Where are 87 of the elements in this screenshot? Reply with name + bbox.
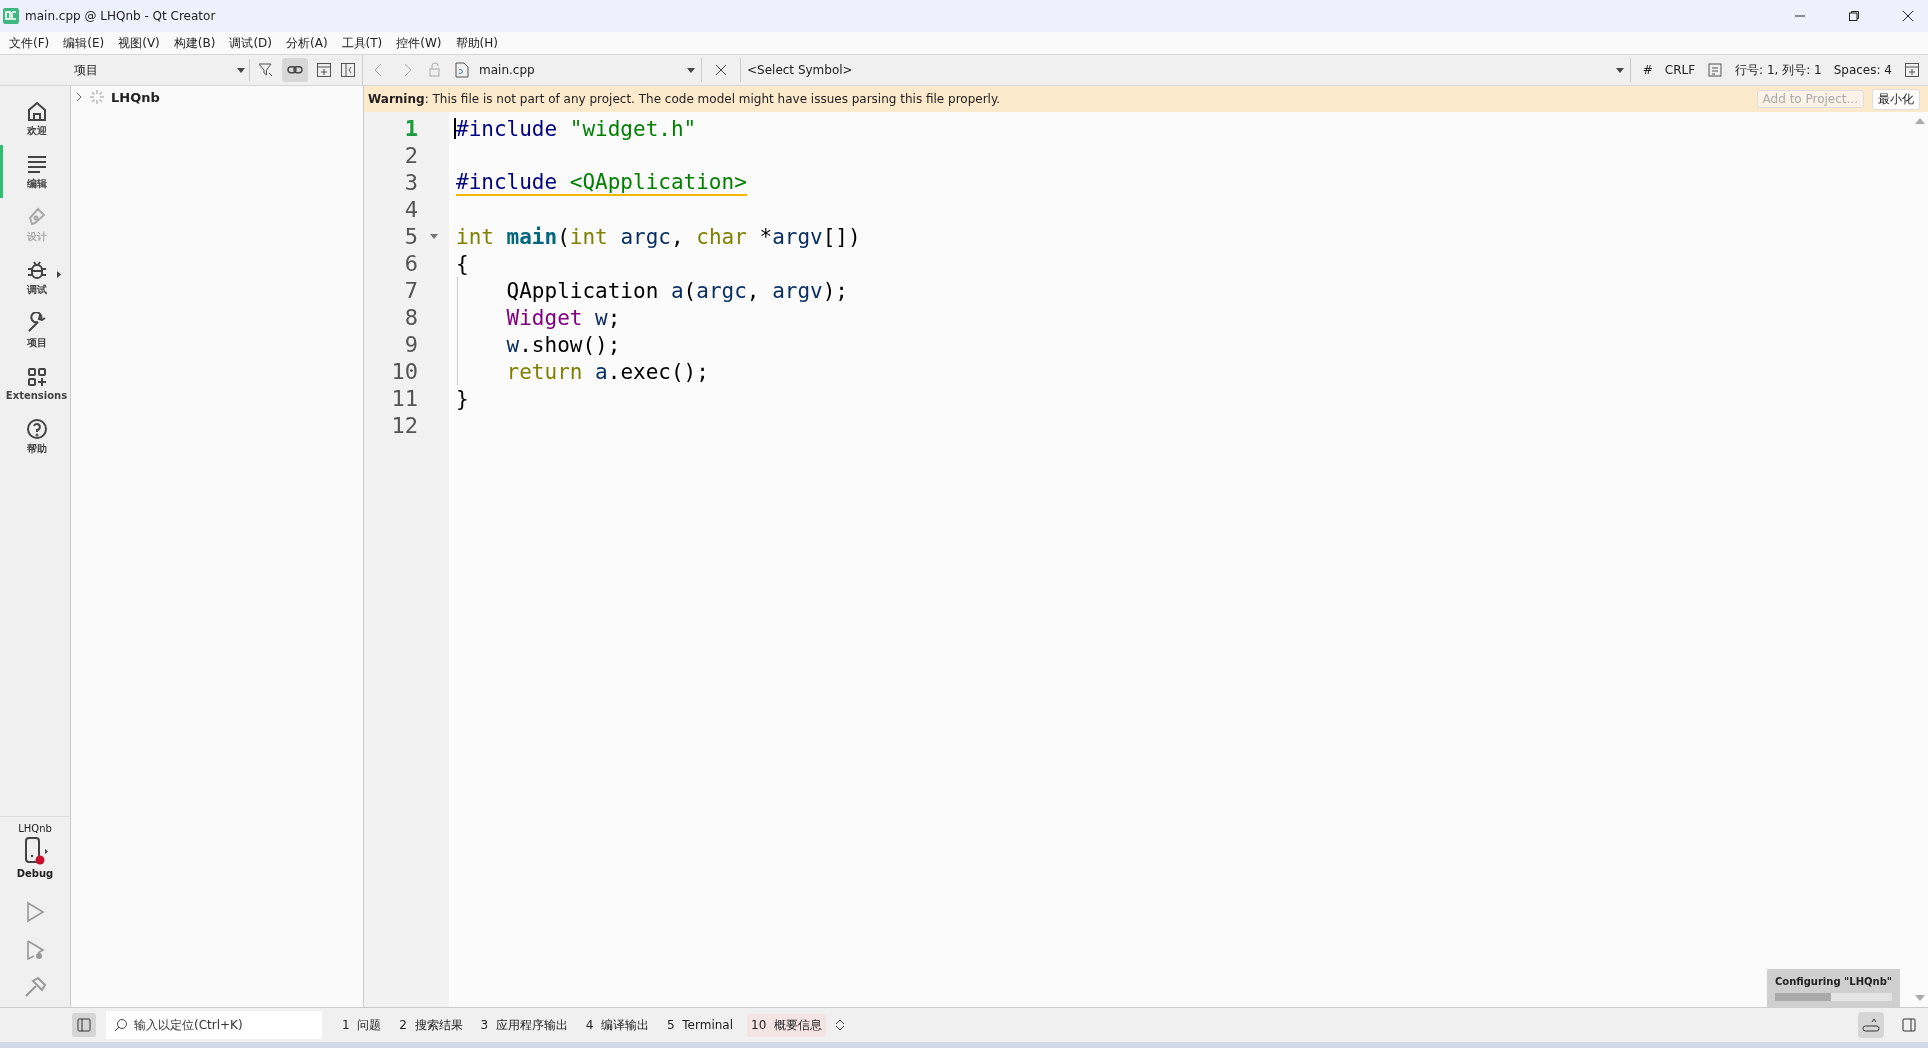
file-dropdown[interactable]: main.cpp: [455, 58, 702, 82]
line-number: 10: [390, 359, 418, 384]
menu-item[interactable]: 构建(B): [166, 34, 223, 52]
line-number: 4: [403, 197, 418, 222]
sidebar-toggle[interactable]: [72, 1013, 96, 1037]
output-pane-button[interactable]: 3 应用程序输出: [476, 1013, 572, 1037]
menu-item[interactable]: 调试(D): [222, 34, 279, 52]
menu-item[interactable]: 文件(F): [2, 34, 57, 52]
mode-button[interactable]: 欢迎: [0, 92, 70, 145]
menu-item[interactable]: 帮助(H): [448, 34, 505, 52]
code-line: int main(int argc, char *argv[]): [456, 224, 861, 249]
warning-button[interactable]: 最小化: [1872, 88, 1920, 110]
file-icon: [455, 62, 469, 78]
output-pane-button[interactable]: 2 搜索结果: [395, 1013, 467, 1037]
code-line: {: [456, 251, 469, 276]
line-number: 5: [403, 224, 418, 249]
scroll-down-icon[interactable]: [1915, 995, 1925, 1001]
line-number: 3: [403, 170, 418, 195]
close-icon[interactable]: [1902, 10, 1914, 22]
notification-button[interactable]: [1858, 1012, 1884, 1038]
code-line: return a.exec();: [506, 359, 709, 384]
document-icon[interactable]: [1707, 62, 1724, 78]
split-icon[interactable]: [1904, 62, 1920, 78]
menu-item[interactable]: 分析(A): [279, 34, 335, 52]
add-split-icon[interactable]: [316, 62, 332, 78]
close-file-icon[interactable]: [714, 63, 728, 77]
caret-icon: [687, 67, 695, 73]
menu-item[interactable]: 工具(T): [334, 34, 390, 52]
menu-item[interactable]: 控件(W): [389, 34, 449, 52]
line-number: 8: [403, 305, 418, 330]
mode-button[interactable]: 帮助: [0, 410, 70, 463]
line-number: 11: [390, 386, 418, 411]
link-toggle[interactable]: [282, 58, 308, 82]
indent-setting[interactable]: Spaces: 4: [1833, 63, 1892, 77]
code-line: QApplication a(argc, argv);: [506, 278, 848, 303]
line-number: 6: [403, 251, 418, 276]
output-pane-button[interactable]: 10 概要信息: [747, 1013, 826, 1037]
link-icon: [287, 66, 303, 74]
mode-button[interactable]: 调试: [0, 251, 70, 304]
line-number: 7: [403, 278, 418, 303]
cursor-position[interactable]: 行号: 1, 列号: 1: [1735, 61, 1822, 79]
code-line: }: [456, 386, 469, 411]
line-ending-button[interactable]: CRLF: [1664, 63, 1696, 77]
line-number: 1: [403, 116, 418, 141]
symbol-dropdown[interactable]: <Select Symbol>: [740, 58, 1631, 82]
app-logo-icon: [3, 8, 19, 24]
grid-plus-icon: [25, 366, 48, 388]
line-number: 12: [390, 413, 418, 438]
spinner-icon: [89, 89, 105, 105]
up-down-icon[interactable]: [835, 1019, 844, 1031]
close-sidebar-icon[interactable]: [340, 62, 356, 78]
caret-icon: [237, 67, 245, 73]
help-icon: [25, 417, 48, 440]
mode-button[interactable]: Extensions: [0, 357, 70, 410]
scroll-up-icon[interactable]: [1915, 118, 1925, 124]
tree-item[interactable]: LHQnb: [75, 88, 359, 106]
locator-field[interactable]: 输入以定位(Ctrl+K): [106, 1011, 322, 1039]
line-number: 2: [403, 143, 418, 168]
warning-message: Warning: This file is not part of any project. The code model might have issues parsing this file properly.: [368, 92, 1001, 106]
code-line: Widget w;: [506, 305, 621, 330]
filter-icon[interactable]: [258, 62, 274, 78]
code-line: w.show();: [506, 332, 621, 357]
chevron-icon: [75, 92, 83, 102]
menu-item[interactable]: 编辑(E): [56, 34, 112, 52]
text-cursor: [454, 118, 456, 139]
code-line: #include "widget.h": [456, 116, 697, 141]
tray-icon: [1862, 1017, 1880, 1033]
restore-icon[interactable]: [1848, 10, 1860, 22]
output-pane-button[interactable]: 1 问题: [338, 1013, 386, 1037]
progress-label: Configuring "LHQnb": [1774, 975, 1892, 989]
code-line: #include <QApplication>: [456, 169, 747, 196]
output-pane-button[interactable]: 5 Terminal: [663, 1015, 738, 1035]
hash-button[interactable]: #: [1642, 63, 1653, 77]
home-icon: [25, 99, 48, 122]
kit-selector[interactable]: LHQnb Debug: [0, 816, 70, 879]
line-number: 9: [403, 332, 418, 357]
caret-icon: [1615, 67, 1624, 73]
lock-icon[interactable]: [427, 62, 443, 78]
view-dropdown[interactable]: 项目: [70, 59, 250, 81]
output-pane-button[interactable]: 4 编译输出: [581, 1013, 654, 1037]
right-panel-icon[interactable]: [1902, 1018, 1916, 1032]
submenu-arrow-icon: [57, 271, 61, 278]
mode-button[interactable]: 项目: [0, 304, 70, 357]
window-title: main.cpp @ LHQnb - Qt Creator: [25, 9, 216, 23]
menu-item[interactable]: 视图(V): [111, 34, 167, 52]
panel-icon: [77, 1018, 91, 1032]
fold-icon[interactable]: [429, 234, 438, 239]
